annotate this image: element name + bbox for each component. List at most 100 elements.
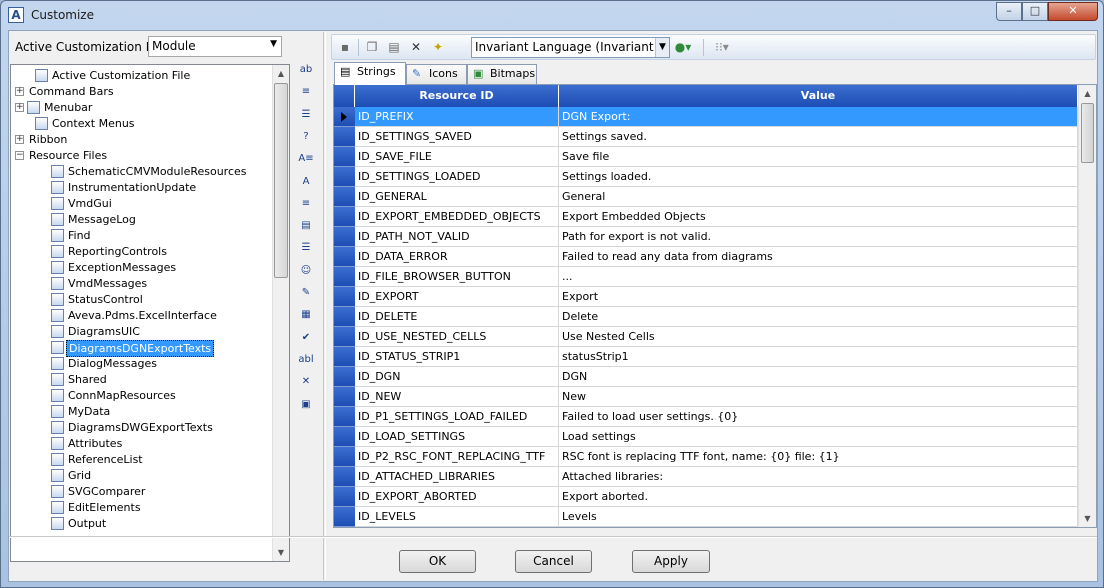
- row-header[interactable]: [334, 367, 355, 387]
- value-cell[interactable]: New: [559, 387, 1078, 407]
- smiley-icon[interactable]: ☺: [298, 264, 314, 280]
- tree-item[interactable]: MyData: [11, 404, 273, 420]
- table-row[interactable]: ID_P1_SETTINGS_LOAD_FAILED Failed to load…: [334, 407, 1078, 427]
- value-cell[interactable]: DGN Export:: [559, 107, 1078, 127]
- tree-item[interactable]: DiagramsDGNExportTexts: [11, 340, 273, 357]
- row-header[interactable]: [334, 467, 355, 487]
- resource-id-cell[interactable]: ID_LEVELS: [355, 507, 559, 527]
- resource-id-cell[interactable]: ID_EXPORT_EMBEDDED_OBJECTS: [355, 207, 559, 227]
- tree-item[interactable]: Find: [11, 228, 273, 244]
- panel-icon[interactable]: ▤: [298, 219, 314, 235]
- scroll-down-icon[interactable]: ▼: [273, 544, 289, 561]
- row-header[interactable]: [334, 147, 355, 167]
- tree-item[interactable]: Active Customization File: [11, 68, 273, 84]
- tree-item[interactable]: EditElements: [11, 500, 273, 516]
- table-row[interactable]: ID_STATUS_STRIP1 statusStrip1: [334, 347, 1078, 367]
- tab-strings[interactable]: ▤ Strings: [334, 62, 406, 85]
- value-cell[interactable]: Levels: [559, 507, 1078, 527]
- close-button[interactable]: ✕: [1048, 2, 1098, 21]
- value-cell[interactable]: Failed to load user settings. {0}: [559, 407, 1078, 427]
- tree-scroll-thumb[interactable]: [274, 83, 288, 278]
- resource-id-cell[interactable]: ID_EXPORT_ABORTED: [355, 487, 559, 507]
- value-cell[interactable]: Export aborted.: [559, 487, 1078, 507]
- title-bar[interactable]: A Customize – □ ✕: [1, 1, 1103, 29]
- row-header[interactable]: [334, 347, 355, 367]
- tree-item[interactable]: + Ribbon: [11, 132, 273, 148]
- tree-item[interactable]: Attributes: [11, 436, 273, 452]
- table-row[interactable]: ID_SETTINGS_LOADED Settings loaded.: [334, 167, 1078, 187]
- minimize-button[interactable]: –: [996, 2, 1022, 21]
- value-cell[interactable]: DGN: [559, 367, 1078, 387]
- delete-icon[interactable]: ✕: [407, 38, 425, 56]
- textbox-icon[interactable]: ab: [298, 63, 314, 79]
- value-cell[interactable]: Settings saved.: [559, 127, 1078, 147]
- expand-icon[interactable]: +: [15, 135, 24, 144]
- table-row[interactable]: ID_FILE_BROWSER_BUTTON...: [334, 267, 1078, 287]
- edit-list-icon[interactable]: ✎: [298, 286, 314, 302]
- table-row[interactable]: ID_PATH_NOT_VALID Path for export is not …: [334, 227, 1078, 247]
- resource-id-cell[interactable]: ID_DELETE: [355, 307, 559, 327]
- table-row[interactable]: ID_PREFIX DGN Export:: [334, 107, 1078, 127]
- resource-id-cell[interactable]: ID_SAVE_FILE: [355, 147, 559, 167]
- resource-id-cell[interactable]: ID_ATTACHED_LIBRARIES: [355, 467, 559, 487]
- grid-scrollbar[interactable]: ▲ ▼: [1078, 85, 1096, 527]
- row-header[interactable]: [334, 187, 355, 207]
- value-cell[interactable]: RSC font is replacing TTF font, name: {0…: [559, 447, 1078, 467]
- scroll-up-icon[interactable]: ▲: [1079, 85, 1096, 102]
- tree-item[interactable]: Grid: [11, 468, 273, 484]
- resource-id-cell[interactable]: ID_PATH_NOT_VALID: [355, 227, 559, 247]
- table-row[interactable]: ID_LOAD_SETTINGS Load settings: [334, 427, 1078, 447]
- delete-icon[interactable]: ✕: [298, 375, 314, 391]
- resource-id-cell[interactable]: ID_FILE_BROWSER_BUTTON: [355, 267, 559, 287]
- tree-item[interactable]: StatusControl: [11, 292, 273, 308]
- table-row[interactable]: ID_DELETE Delete: [334, 307, 1078, 327]
- tree-item[interactable]: + Menubar: [11, 100, 273, 116]
- table-row[interactable]: ID_EXPORT Export: [334, 287, 1078, 307]
- value-cell[interactable]: Failed to read any data from diagrams: [559, 247, 1078, 267]
- resource-id-cell[interactable]: ID_PREFIX: [355, 107, 559, 127]
- value-cell[interactable]: Use Nested Cells: [559, 327, 1078, 347]
- tree-item[interactable]: DiagramsDWGExportTexts: [11, 420, 273, 436]
- listview-icon[interactable]: ☰: [298, 241, 314, 257]
- value-cell[interactable]: statusStrip1: [559, 347, 1078, 367]
- combo-list-icon[interactable]: ≡: [298, 197, 314, 213]
- tree-item[interactable]: InstrumentationUpdate: [11, 180, 273, 196]
- tree-item[interactable]: VmdGui: [11, 196, 273, 212]
- row-header[interactable]: [334, 507, 355, 527]
- tree-item[interactable]: Shared: [11, 372, 273, 388]
- ok-button[interactable]: OK: [399, 550, 476, 573]
- active-customization-file-select[interactable]: Module ▼: [148, 36, 282, 57]
- tree-item[interactable]: + Command Bars: [11, 84, 273, 100]
- table-row[interactable]: ID_P2_RSC_FONT_REPLACING_TTF RSC font is …: [334, 447, 1078, 467]
- help-icon[interactable]: ?: [298, 130, 314, 146]
- language-select[interactable]: Invariant Language (Invariant C ▼: [471, 37, 670, 58]
- table-row[interactable]: ID_EXPORT_EMBEDDED_OBJECTS Export Embedde…: [334, 207, 1078, 227]
- apply-button[interactable]: Apply: [632, 550, 710, 573]
- image-list-icon[interactable]: ▦: [298, 308, 314, 324]
- value-cell[interactable]: General: [559, 187, 1078, 207]
- value-cell[interactable]: Delete: [559, 307, 1078, 327]
- maximize-button[interactable]: □: [1022, 2, 1048, 21]
- table-row[interactable]: ID_DGN DGN: [334, 367, 1078, 387]
- tree-item[interactable]: DialogMessages: [11, 356, 273, 372]
- table-row[interactable]: ID_EXPORT_ABORTED Export aborted.: [334, 487, 1078, 507]
- resource-id-cell[interactable]: ID_LOAD_SETTINGS: [355, 427, 559, 447]
- resource-id-cell[interactable]: ID_DATA_ERROR: [355, 247, 559, 267]
- resource-id-cell[interactable]: ID_NEW: [355, 387, 559, 407]
- tree-item[interactable]: SchematicCMVModuleResources: [11, 164, 273, 180]
- cancel-button[interactable]: Cancel: [515, 550, 592, 573]
- resource-id-cell[interactable]: ID_P2_RSC_FONT_REPLACING_TTF: [355, 447, 559, 467]
- resource-id-cell[interactable]: ID_EXPORT: [355, 287, 559, 307]
- tree-item[interactable]: − Resource Files: [11, 148, 273, 164]
- customization-tree[interactable]: ▲ ▼ Active Customization File + Command Ba…: [10, 64, 290, 562]
- resource-id-cell[interactable]: ID_P1_SETTINGS_LOAD_FAILED: [355, 407, 559, 427]
- scroll-up-icon[interactable]: ▲: [273, 65, 289, 82]
- tree-item[interactable]: DiagramsUIC: [11, 324, 273, 340]
- combobox-icon[interactable]: ≡: [298, 85, 314, 101]
- list-icon[interactable]: ☰: [298, 108, 314, 124]
- copy-icon[interactable]: ❐: [363, 38, 381, 56]
- expand-icon[interactable]: +: [15, 103, 24, 112]
- scroll-down-icon[interactable]: ▼: [1079, 510, 1096, 527]
- row-header[interactable]: [334, 107, 355, 127]
- abl-textbox-icon[interactable]: abl: [298, 353, 314, 369]
